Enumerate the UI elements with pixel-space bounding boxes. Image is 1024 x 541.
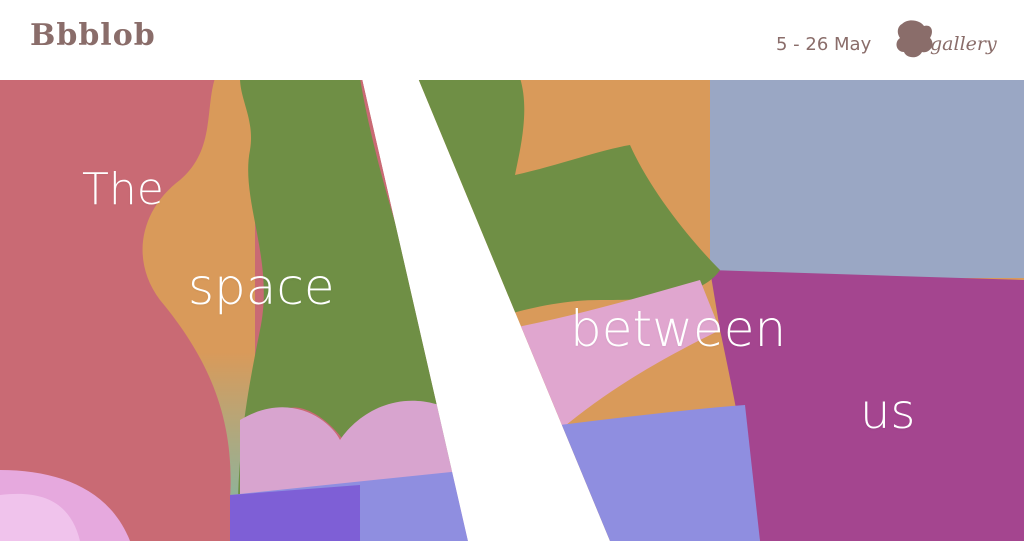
- headline-word-us: us: [860, 384, 916, 440]
- gallery-wordmark: gallery: [930, 33, 997, 55]
- headline-word-between: between: [570, 300, 787, 358]
- header-bar: Bbblob 5 - 26 May gallery: [0, 0, 1024, 80]
- headline-word-space: space: [188, 258, 335, 316]
- artwork-panels: [0, 78, 1024, 541]
- headline-word-the: The: [82, 164, 164, 215]
- brand-logo: Bbblob: [30, 18, 156, 53]
- exhibition-dates: 5 - 26 May: [776, 34, 872, 55]
